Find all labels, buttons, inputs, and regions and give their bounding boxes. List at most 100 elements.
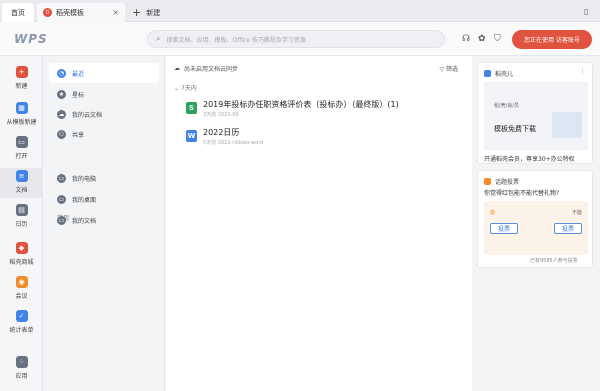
tab-template-label: 稻壳模板 <box>56 8 84 17</box>
filter-button[interactable]: ▽ 筛选 <box>439 64 458 73</box>
template-icon: ▦ <box>15 102 28 114</box>
meeting-icon: ◉ <box>15 276 28 288</box>
nav-form[interactable]: ✓ 统计表单 <box>0 310 43 340</box>
desktop-icon: ▭ <box>57 194 66 204</box>
cloud-sync-label: 尚未启用文档云同步 <box>184 66 239 73</box>
tab-home-label: 首页 <box>11 8 25 17</box>
folder-label: 我的电脑 <box>72 175 97 183</box>
vote-no-button[interactable]: 投票 <box>554 223 582 234</box>
banner-subtitle: 稻/壳/会/员 <box>494 103 520 109</box>
star-icon: ★ <box>57 89 66 99</box>
vote-yes-label: 能 <box>490 210 496 216</box>
file-list-panel: ☁ 尚未启用文档云同步 ▽ 筛选 ⌄ 7天内 S 2019年投标办任职资格评价表… <box>166 56 472 391</box>
folder-nav: ◔ 最近 ★ 星标 ☁ 我的云文档 ⚇ 共享 常用 ▭ 我的电脑 ▭ 我的桌面 … <box>43 56 165 391</box>
nav-new[interactable]: + 新建 <box>0 66 43 96</box>
nav-label: 从模板新建 <box>6 119 37 126</box>
share-icon: ⚇ <box>57 129 66 139</box>
search-icon: ⌕ <box>156 34 161 43</box>
card-footer[interactable]: 开通稻壳会员，尊享30+办公特权 <box>484 154 575 163</box>
folder-label: 我的云文档 <box>72 111 103 119</box>
folder-my-computer[interactable]: ▭ 我的电脑 <box>49 168 159 188</box>
folder-starred[interactable]: ★ 星标 <box>49 84 159 104</box>
folder-recent[interactable]: ◔ 最近 <box>49 63 159 83</box>
group-label: 7天内 <box>180 85 197 92</box>
vote-card: 话题投票 你觉得红包能不能代替礼物? 能 不能 投票 投票 已有9585人参与投… <box>477 170 593 268</box>
wps-logo: WPS <box>14 32 48 46</box>
apps-icon: ⁘ <box>15 356 28 368</box>
folder-icon: ▭ <box>15 136 28 148</box>
primary-nav: + 新建 ▦ 从模板新建 ▭ 打开 ≡ 文档 ▤ 日历 ◆ 稻壳商城 ◉ 会议 … <box>0 56 43 391</box>
tab-home[interactable]: 首页 <box>2 3 34 22</box>
plus-icon: + <box>132 6 142 19</box>
folder-label: 最近 <box>72 70 85 78</box>
docer-card[interactable]: 稻壳儿 ⋮ 稻/壳/会/员 模板免费下载 开通稻壳会员，尊享30+办公特权 <box>477 62 593 164</box>
nav-calendar[interactable]: ▤ 日历 <box>0 204 43 234</box>
folder-my-documents[interactable]: ▭ 我的文档 <box>49 210 159 230</box>
file-name: 2019年投标办任职资格评价表（投标办）（最终版）(1) <box>203 100 399 109</box>
skin-icon[interactable]: ✿ <box>478 34 486 44</box>
cloud-sync-status[interactable]: ☁ 尚未启用文档云同步 <box>174 64 238 73</box>
file-meta: 5天前 2022-rilibiao-word <box>203 140 264 146</box>
folder-label: 我的桌面 <box>72 196 97 204</box>
right-panel: 稻壳儿 ⋮ 稻/壳/会/员 模板免费下载 开通稻壳会员，尊享30+办公特权 话题… <box>473 56 600 391</box>
login-button[interactable]: 您正在使用 访客账号 <box>512 30 592 49</box>
shirt-icon[interactable]: ⛉ <box>494 34 501 44</box>
more-icon[interactable]: ⋮ <box>579 67 586 75</box>
docer-icon <box>484 70 491 77</box>
nav-label: 应用 <box>15 373 28 380</box>
nav-apps[interactable]: ⁘ 应用 <box>0 356 43 386</box>
title-bar: 首页 D 稻壳模板 × + 新建 ▯ <box>0 0 600 22</box>
store-icon: ◆ <box>15 242 28 254</box>
vote-icon <box>484 178 491 185</box>
vote-no-label: 不能 <box>571 210 582 216</box>
nav-label: 日历 <box>15 221 28 228</box>
login-label: 您正在使用 访客账号 <box>524 37 580 44</box>
nav-label: 新建 <box>15 83 28 90</box>
document-icon: ≡ <box>15 170 28 182</box>
vote-count: 已有9585人参与投票 <box>530 258 578 264</box>
chevron-down-icon: ⌄ <box>174 85 180 92</box>
docs-folder-icon: ▭ <box>57 215 66 225</box>
file-row[interactable]: S 2019年投标办任职资格评价表（投标办）（最终版）(1) 3天前 2021-… <box>186 99 466 123</box>
word-doc-icon: W <box>186 130 197 142</box>
nav-label: 会议 <box>15 293 28 300</box>
nav-store[interactable]: ◆ 稻壳商城 <box>0 242 43 272</box>
promo-banner[interactable]: 稻/壳/会/员 模板免费下载 <box>484 82 588 150</box>
window-layout-icon[interactable]: ▯ <box>584 7 588 16</box>
file-name: 2022日历 <box>203 128 240 137</box>
computer-icon: ▭ <box>57 173 66 183</box>
tab-template[interactable]: D 稻壳模板 × <box>37 3 125 22</box>
folder-shared[interactable]: ⚇ 共享 <box>49 124 159 144</box>
nav-open[interactable]: ▭ 打开 <box>0 136 43 166</box>
folder-label: 我的文档 <box>72 217 97 225</box>
card-header: 稻壳儿 <box>484 69 513 78</box>
folder-label: 星标 <box>72 91 85 99</box>
filter-icon: ▽ <box>439 66 445 73</box>
nav-from-template[interactable]: ▦ 从模板新建 <box>0 102 43 132</box>
new-tab-label: 新建 <box>146 8 161 17</box>
nav-meeting[interactable]: ◉ 会议 <box>0 276 43 306</box>
cloud-icon: ☁ <box>174 65 180 72</box>
nav-label: 文档 <box>15 187 28 194</box>
nav-label: 打开 <box>15 153 28 160</box>
nav-documents[interactable]: ≡ 文档 <box>0 168 43 198</box>
folder-label: 共享 <box>72 131 85 139</box>
search-input[interactable]: ⌕ 搜索文档、应用、模板、Office 技巧教程及学习资源 <box>147 30 445 48</box>
plus-icon: + <box>15 66 28 78</box>
card-header: 话题投票 <box>484 177 519 186</box>
headset-icon[interactable]: ☊ <box>462 34 470 44</box>
vote-yes-button[interactable]: 投票 <box>490 223 518 234</box>
docer-icon: D <box>43 8 52 17</box>
new-tab-button[interactable]: + 新建 <box>126 3 186 22</box>
banner-illustration <box>552 112 582 138</box>
card-title: 稻壳儿 <box>495 71 514 78</box>
calendar-icon: ▤ <box>15 204 28 216</box>
folder-my-desktop[interactable]: ▭ 我的桌面 <box>49 189 159 209</box>
file-row[interactable]: W 2022日历 5天前 2022-rilibiao-word <box>186 127 466 151</box>
vote-area: 能 不能 投票 投票 <box>484 201 588 255</box>
form-icon: ✓ <box>15 310 28 322</box>
close-tab-icon[interactable]: × <box>112 8 119 17</box>
group-header[interactable]: ⌄ 7天内 <box>174 83 197 92</box>
file-meta: 3天前 2021-06 <box>203 112 239 118</box>
folder-cloud-docs[interactable]: ☁ 我的云文档 <box>49 104 159 124</box>
